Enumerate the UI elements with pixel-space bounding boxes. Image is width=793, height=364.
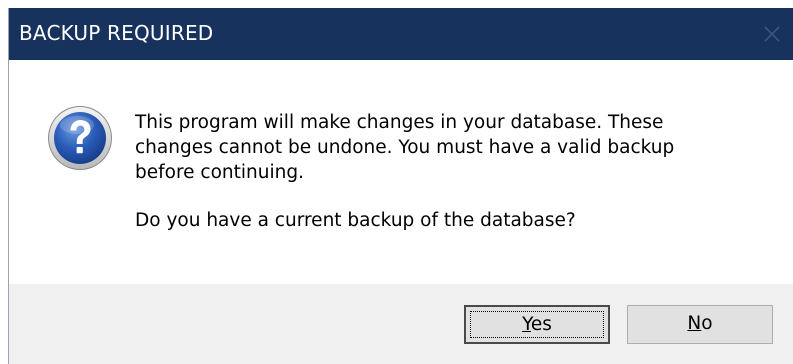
message-warning-text: This program will make changes in your d… [135, 112, 675, 183]
message-question-text: Do you have a current backup of the data… [135, 210, 576, 231]
close-icon [764, 26, 780, 42]
close-button[interactable] [755, 18, 789, 50]
no-mnemonic: N [687, 313, 702, 334]
title-bar[interactable]: BACKUP REQUIRED [9, 8, 793, 60]
yes-label-rest: es [530, 314, 552, 335]
yes-mnemonic: Y [522, 314, 531, 335]
window-title: BACKUP REQUIRED [19, 21, 214, 45]
question-icon [47, 105, 113, 171]
dialog-content: This program will make changes in your d… [9, 60, 793, 284]
backup-required-dialog: BACKUP REQUIRED This program will make c… [8, 8, 793, 364]
no-button-label: No [628, 313, 772, 335]
dialog-message: This program will make changes in your d… [135, 110, 775, 233]
yes-button-label: Yes [466, 314, 608, 336]
yes-button[interactable]: Yes [464, 305, 610, 344]
no-button[interactable]: No [627, 305, 773, 344]
no-label-rest: o [701, 313, 713, 334]
button-bar: Yes No [9, 284, 793, 364]
